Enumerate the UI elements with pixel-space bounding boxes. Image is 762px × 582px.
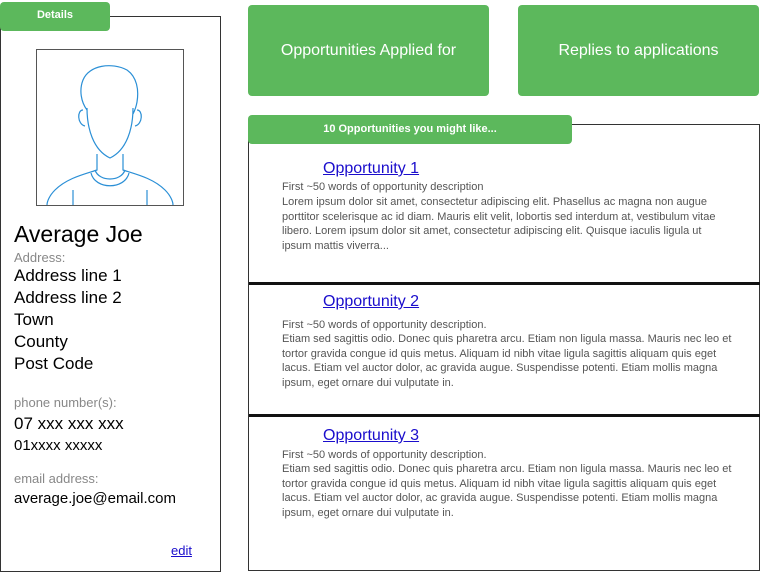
address-line-1: Address line 1 (14, 266, 122, 285)
user-name: Average Joe (14, 221, 143, 247)
opportunity-description: Etiam sed sagittis odio. Donec quis phar… (282, 463, 732, 519)
opportunity-title-link[interactable]: Opportunity 2 (323, 293, 419, 311)
opportunity-title-link[interactable]: Opportunity 1 (323, 160, 419, 178)
edit-link[interactable]: edit (171, 543, 192, 558)
opportunity-item: Opportunity 2 First ~50 words of opportu… (248, 285, 760, 414)
phone-2: 01xxxx xxxxx (14, 437, 103, 454)
opportunity-item: Opportunity 1 First ~50 words of opportu… (248, 145, 760, 282)
opportunity-description: Etiam sed sagittis odio. Donec quis phar… (282, 333, 732, 389)
replies-button[interactable]: Replies to applications (518, 5, 759, 96)
opportunity-title-link[interactable]: Opportunity 3 (323, 427, 419, 445)
details-tab[interactable]: Details (0, 2, 110, 31)
address-county: County (14, 332, 68, 351)
opportunities-tab[interactable]: 10 Opportunities you might like... (248, 115, 572, 144)
opportunities-applied-label: Opportunities Applied for (280, 41, 457, 59)
address-block: Address: Address line 1 Address line 2 T… (14, 250, 122, 375)
opportunity-item: Opportunity 3 First ~50 words of opportu… (248, 417, 760, 567)
email-label: email address: (14, 471, 99, 486)
opportunity-subtitle: First ~50 words of opportunity descripti… (282, 181, 484, 193)
address-label: Address: (14, 250, 66, 265)
phone-1: 07 xxx xxx xxx (14, 414, 124, 433)
address-town: Town (14, 310, 54, 329)
user-avatar-icon (46, 65, 174, 206)
opportunity-subtitle: First ~50 words of opportunity descripti… (282, 319, 487, 331)
address-postcode: Post Code (14, 354, 94, 373)
opportunities-applied-button[interactable]: Opportunities Applied for (248, 5, 489, 96)
email-value: average.joe@email.com (14, 490, 176, 507)
opportunity-subtitle: First ~50 words of opportunity descripti… (282, 449, 487, 461)
replies-label: Replies to applications (558, 41, 719, 59)
opportunity-description: Lorem ipsum dolor sit amet, consectetur … (282, 196, 716, 252)
phone-label: phone number(s): (14, 395, 117, 410)
address-line-2: Address line 2 (14, 288, 122, 307)
phone-block: phone number(s): 07 xxx xxx xxx 01xxxx x… (14, 395, 124, 456)
email-block: email address: average.joe@email.com (14, 471, 176, 509)
avatar (36, 49, 184, 206)
